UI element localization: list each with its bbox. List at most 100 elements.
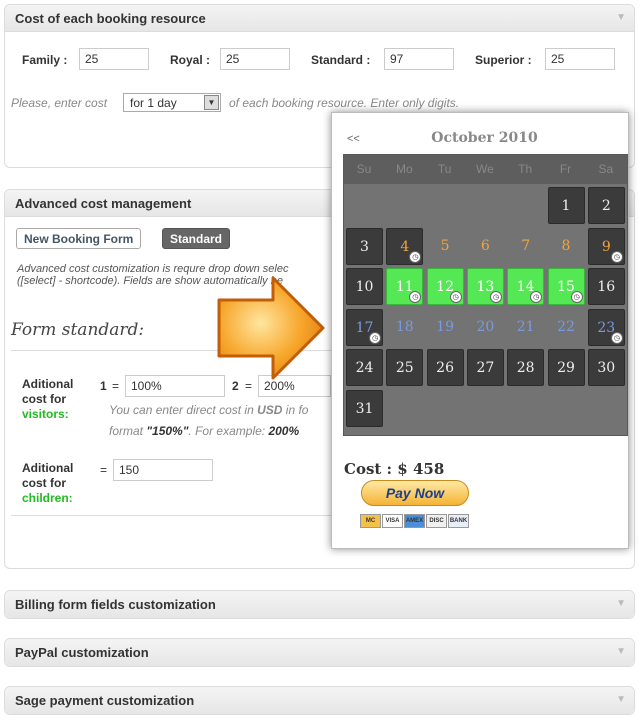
- collapse-arrow-icon[interactable]: ▼: [616, 12, 626, 23]
- visitors-label-line3: visitors:: [22, 407, 69, 421]
- payment-cards: MC VISA AMEX DISC BANK: [360, 511, 470, 528]
- calendar-day-23[interactable]: 23 ◷: [587, 308, 625, 346]
- booking-resource-panel-title: Cost of each booking resource: [15, 11, 206, 26]
- weekday-mo: Mo: [395, 162, 413, 176]
- clock-icon: ◷: [610, 250, 623, 263]
- sage-panel-title: Sage payment customization: [15, 693, 195, 708]
- calendar-day-18[interactable]: 18: [386, 309, 423, 346]
- orange-arrow-icon: [217, 276, 325, 380]
- calendar-day-30[interactable]: 30: [587, 349, 625, 387]
- visitor-1-num: 1: [100, 379, 107, 393]
- children-divider: [11, 515, 331, 516]
- calendar-day-17[interactable]: 17 ◷: [346, 308, 383, 346]
- calendar-day-26[interactable]: 26: [426, 349, 464, 387]
- total-cost: Cost : $ 458: [344, 460, 445, 478]
- form-title: Form standard:: [11, 320, 145, 340]
- clock-icon: ◷: [610, 331, 623, 344]
- period-select[interactable]: for 1 day ▼: [123, 93, 221, 112]
- calendar-day-22[interactable]: 22: [548, 309, 585, 346]
- card-bank-icon: BANK: [448, 514, 469, 528]
- calendar-day-2[interactable]: 2: [587, 187, 625, 224]
- weekday-su: Su: [356, 162, 372, 176]
- calendar-day-31[interactable]: 31: [346, 390, 383, 427]
- visitors-label-line1: Aditional: [22, 377, 74, 391]
- weekday-fr: Fr: [559, 162, 572, 176]
- cost-note-after: of each booking resource. Enter only dig…: [229, 96, 460, 110]
- calendar-day-8[interactable]: 8: [548, 228, 585, 265]
- paypal-panel-title: PayPal customization: [15, 645, 149, 660]
- pay-now-button[interactable]: Pay Now: [361, 480, 469, 506]
- calendar-day-28[interactable]: 28: [507, 349, 545, 387]
- calendar-day-3[interactable]: 3: [346, 227, 383, 265]
- clock-icon: ◷: [409, 250, 422, 263]
- resource-input-standard[interactable]: [384, 48, 454, 70]
- dropdown-arrow-icon[interactable]: ▼: [204, 95, 219, 110]
- weekday-we: We: [475, 162, 494, 176]
- children-label-line1: Aditional: [22, 461, 74, 475]
- resource-input-family[interactable]: [79, 48, 149, 70]
- calendar-day-27[interactable]: 27: [466, 349, 504, 387]
- calendar-day-4[interactable]: 4 ◷: [386, 227, 424, 265]
- resource-label-family: Family :: [22, 53, 68, 67]
- clock-icon: ◷: [570, 291, 583, 304]
- calendar-day-10[interactable]: 10: [346, 268, 383, 306]
- card-mc-icon: MC: [360, 514, 381, 528]
- resource-label-standard: Standard :: [311, 53, 371, 67]
- weekday-th: Th: [518, 162, 533, 176]
- calendar-day-25[interactable]: 25: [386, 349, 424, 387]
- tab-new-booking-form[interactable]: New Booking Form: [16, 228, 142, 249]
- card-visa-icon: VISA: [382, 514, 403, 528]
- calendar-day-20[interactable]: 20: [467, 309, 504, 346]
- weekday-sa: Sa: [598, 162, 614, 176]
- period-select-value: for 1 day: [130, 96, 177, 110]
- calendar-day-15[interactable]: 15 ◷: [547, 268, 585, 306]
- visitor-1-eq: =: [112, 379, 120, 393]
- children-eq: =: [100, 463, 108, 477]
- calendar-day-29[interactable]: 29: [547, 349, 585, 387]
- calendar-day-16[interactable]: 16: [587, 268, 625, 306]
- calendar-day-7[interactable]: 7: [507, 228, 544, 265]
- calendar-month-title: October 2010: [431, 130, 538, 146]
- calendar-day-6[interactable]: 6: [467, 228, 504, 265]
- advanced-cost-panel-title: Advanced cost management: [15, 196, 192, 211]
- calendar-day-19[interactable]: 19: [427, 309, 464, 346]
- weekday-header: Su Mo Tu We Th Fr Sa: [344, 155, 627, 184]
- calendar-day-9[interactable]: 9 ◷: [587, 227, 625, 265]
- calendar-day-21[interactable]: 21: [507, 309, 544, 346]
- resource-label-royal: Royal :: [170, 53, 211, 67]
- visitor-1-input[interactable]: [125, 375, 225, 397]
- calendar-day-12[interactable]: 12 ◷: [426, 268, 464, 306]
- visitors-note-line1: You can enter direct cost in USD in fo: [109, 403, 309, 417]
- weekday-tu: Tu: [437, 162, 452, 176]
- resource-input-royal[interactable]: [220, 48, 290, 70]
- tab-standard[interactable]: Standard: [162, 228, 231, 249]
- calendar-day-13[interactable]: 13 ◷: [466, 268, 504, 306]
- children-input[interactable]: [113, 459, 213, 481]
- paypal-panel[interactable]: PayPal customization ▼: [4, 638, 635, 667]
- sage-panel[interactable]: Sage payment customization ▼: [4, 686, 635, 715]
- calendar-day-1[interactable]: 1: [547, 187, 585, 224]
- billing-panel-title: Billing form fields customization: [15, 597, 216, 612]
- cost-note-before: Please, enter cost: [11, 96, 108, 110]
- resource-label-superior: Superior :: [475, 53, 532, 67]
- clock-icon: ◷: [449, 291, 462, 304]
- clock-icon: ◷: [369, 331, 381, 344]
- clock-icon: ◷: [530, 291, 543, 304]
- calendar-day-24[interactable]: 24: [346, 349, 383, 387]
- booking-resource-panel-header[interactable]: Cost of each booking resource ▼: [5, 5, 634, 32]
- children-label-line3: children:: [22, 491, 73, 505]
- calendar-day-5[interactable]: 5: [427, 228, 464, 265]
- billing-panel[interactable]: Billing form fields customization ▼: [4, 590, 635, 619]
- visitors-label-line2: cost for: [22, 392, 67, 406]
- calendar-day-11[interactable]: 11 ◷: [386, 268, 424, 306]
- card-amex-icon: AMEX: [404, 514, 425, 528]
- calendar-day-14[interactable]: 14 ◷: [507, 268, 545, 306]
- expand-arrow-icon[interactable]: ▼: [616, 598, 626, 609]
- calendar-grid: Su Mo Tu We Th Fr Sa 1 2 3 4 ◷ 5 6 7 8 9 ◷ 10 11 ◷ 12 ◷ 13 ◷ 14 ◷…: [343, 154, 628, 436]
- expand-arrow-icon[interactable]: ▼: [616, 694, 626, 705]
- resource-input-superior[interactable]: [545, 48, 615, 70]
- expand-arrow-icon[interactable]: ▼: [616, 646, 626, 657]
- clock-icon: ◷: [489, 291, 502, 304]
- booking-calendar-popup: << October 2010 Su Mo Tu We Th Fr Sa 1 2 3 4 ◷ 5 6 7 8…: [331, 112, 629, 549]
- children-label-line2: cost for: [22, 476, 67, 490]
